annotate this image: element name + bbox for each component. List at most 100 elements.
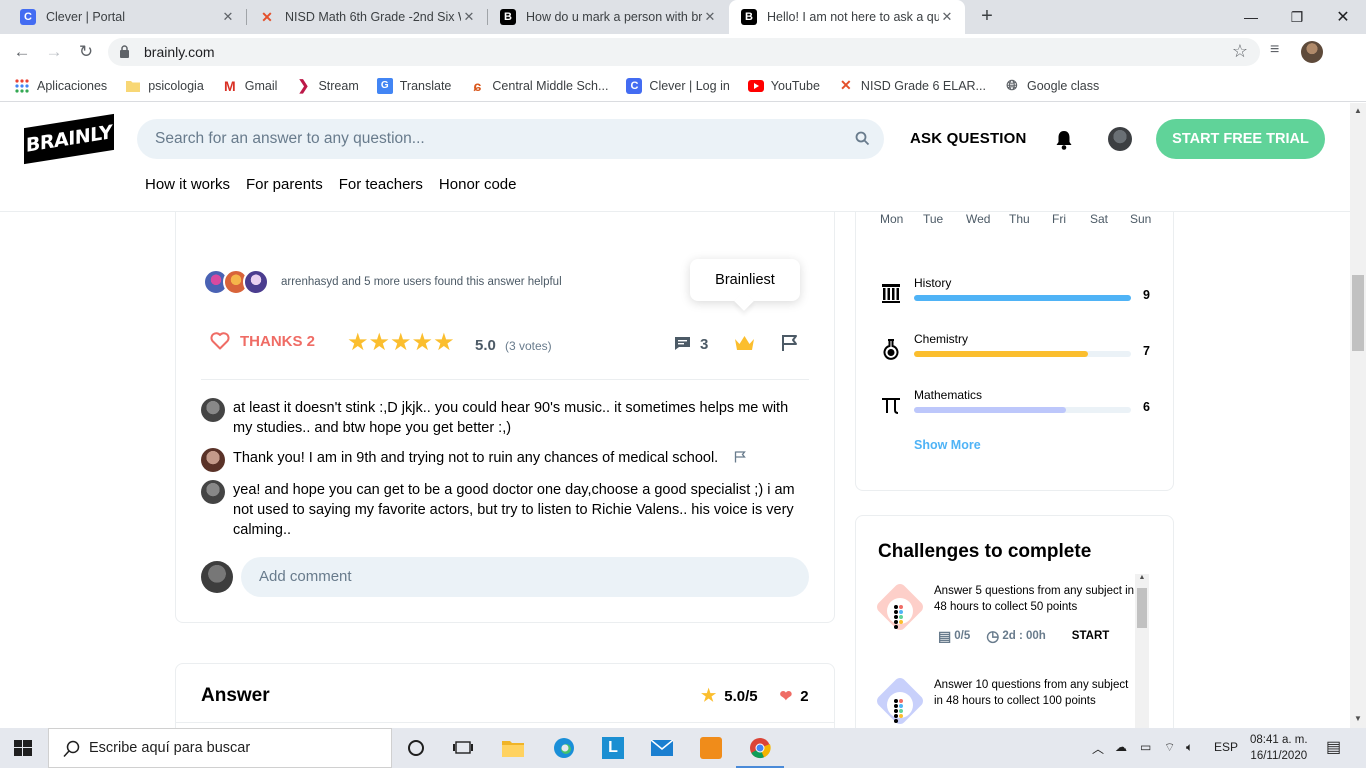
onedrive-icon[interactable]: ☁	[1115, 740, 1127, 754]
bookmark-youtube[interactable]: YouTube	[747, 78, 820, 94]
cortana-icon[interactable]	[404, 736, 428, 760]
new-tab-button[interactable]: +	[976, 5, 998, 27]
notifications-icon[interactable]: ▤	[1326, 737, 1341, 757]
search-placeholder: Search for an answer to any question...	[155, 130, 425, 147]
star-icon[interactable]: ★	[412, 331, 434, 355]
scroll-up-icon[interactable]: ▲	[1135, 574, 1149, 581]
subject-count: 6	[1143, 400, 1150, 414]
system-clock[interactable]: 08:41 a. m. 16/11/2020	[1250, 732, 1308, 764]
bookmark-gmail[interactable]: M Gmail	[222, 78, 278, 94]
bookmark-stream[interactable]: ❯ Stream	[295, 77, 359, 94]
scroll-thumb[interactable]	[1137, 588, 1147, 628]
bookmark-clever-login[interactable]: C Clever | Log in	[626, 77, 730, 94]
edge-icon[interactable]	[552, 736, 576, 760]
search-icon	[63, 740, 80, 758]
flag-icon[interactable]	[781, 334, 798, 352]
nav-honor-code[interactable]: Honor code	[439, 176, 517, 193]
ask-question-button[interactable]: ASK QUESTION	[910, 130, 1027, 147]
windows-start-icon[interactable]	[14, 740, 32, 756]
crown-icon[interactable]	[734, 335, 755, 352]
avatar[interactable]	[201, 398, 225, 422]
scroll-down-icon[interactable]: ▼	[1350, 714, 1366, 723]
clock-date: 16/11/2020	[1250, 750, 1308, 762]
bookmark-central-middle[interactable]: ɕ Central Middle Sch...	[469, 78, 608, 94]
nav-how-it-works[interactable]: How it works	[145, 176, 230, 193]
avatar[interactable]	[243, 269, 269, 295]
search-icon[interactable]	[855, 131, 870, 146]
nav-for-teachers[interactable]: For teachers	[339, 176, 423, 193]
wifi-icon[interactable]: ⌔	[1164, 740, 1175, 755]
page-scrollbar[interactable]: ▲ ▼	[1350, 103, 1366, 728]
star-icon[interactable]: ★	[347, 331, 369, 355]
tab-nisd-math[interactable]: ✕ NISD Math 6th Grade -2nd Six W ✕	[247, 0, 487, 34]
tray-chevron-icon[interactable]: ︿	[1092, 740, 1104, 757]
forward-icon[interactable]: →	[42, 40, 66, 64]
close-window-button[interactable]: ✕	[1320, 0, 1366, 34]
start-free-trial-button[interactable]: START FREE TRIAL	[1156, 119, 1325, 159]
subject-progress-fill	[914, 351, 1088, 357]
close-tab-icon[interactable]: ✕	[461, 9, 477, 25]
bookmark-star-icon[interactable]: ☆	[1232, 41, 1248, 62]
bookmark-translate[interactable]: G Translate	[376, 77, 451, 94]
address-bar[interactable]: brainly.com ☆	[108, 38, 1260, 66]
star-icon[interactable]: ★	[369, 331, 391, 355]
scroll-up-icon[interactable]: ▲	[1350, 106, 1366, 115]
bookmark-psicologia[interactable]: psicologia	[125, 78, 204, 94]
scroll-thumb[interactable]	[1352, 275, 1364, 351]
site-header: BRAINLY Search for an answer to any ques…	[0, 103, 1350, 212]
stream-icon: ❯	[297, 77, 310, 93]
bell-icon[interactable]	[1055, 129, 1073, 151]
tab-brainly-question[interactable]: B How do u mark a person with bra ✕	[488, 0, 728, 34]
taskbar-search-input[interactable]: Escribe aquí para buscar	[48, 728, 392, 768]
volume-icon[interactable]: 🔈︎	[1186, 740, 1193, 755]
thanks-button[interactable]: THANKS 2	[210, 332, 315, 350]
tab-clever-portal[interactable]: C Clever | Portal ✕	[8, 0, 246, 34]
column-icon	[882, 284, 900, 303]
subject-history: History 9	[880, 276, 1160, 316]
challenges-scrollbar[interactable]: ▲	[1135, 574, 1149, 728]
report-flag-icon[interactable]	[734, 451, 747, 463]
show-more-link[interactable]: Show More	[914, 438, 981, 452]
bookmark-apps[interactable]: Aplicaciones	[14, 78, 107, 94]
file-explorer-icon[interactable]	[501, 736, 525, 760]
nav-for-parents[interactable]: For parents	[246, 176, 323, 193]
brainliest-tooltip: Brainliest	[690, 259, 800, 301]
profile-avatar[interactable]	[1301, 41, 1323, 63]
close-tab-icon[interactable]: ✕	[939, 9, 955, 25]
l-app-icon: L	[602, 737, 624, 759]
rating-stars[interactable]: ★ ★ ★ ★ ★	[347, 331, 455, 355]
subject-name: History	[914, 276, 952, 290]
reload-icon[interactable]: ↻	[74, 40, 98, 64]
comment-icon[interactable]	[674, 336, 691, 351]
close-tab-icon[interactable]: ✕	[220, 9, 236, 25]
star-icon[interactable]: ★	[433, 331, 455, 355]
comment-text-row: Thank you! I am in 9th and trying not to…	[233, 448, 811, 468]
tab-brainly-active[interactable]: B Hello! I am not here to ask a que ✕	[729, 0, 965, 34]
day-label: Fri	[1052, 212, 1066, 226]
media-control-icon[interactable]: ≡	[1270, 41, 1279, 59]
day-label: Mon	[880, 212, 904, 226]
comment-count: 3	[700, 336, 709, 353]
add-comment-placeholder: Add comment	[259, 568, 352, 585]
task-view-icon[interactable]	[451, 736, 475, 760]
add-comment-input[interactable]: Add comment	[241, 557, 809, 597]
brainly-logo[interactable]: BRAINLY	[24, 113, 114, 165]
language-indicator[interactable]: ESP	[1214, 740, 1238, 754]
battery-icon[interactable]: ▭	[1140, 740, 1151, 754]
user-avatar[interactable]	[1108, 127, 1132, 151]
close-tab-icon[interactable]: ✕	[702, 9, 718, 25]
challenge-start-button[interactable]: START	[1072, 630, 1109, 642]
app-icon-orange[interactable]	[699, 736, 723, 760]
mail-icon[interactable]	[650, 736, 674, 760]
bookmark-nisd-elar[interactable]: ✕ NISD Grade 6 ELAR...	[838, 77, 986, 94]
avatar[interactable]	[201, 480, 225, 504]
minimize-button[interactable]: —	[1228, 0, 1274, 34]
search-input[interactable]: Search for an answer to any question...	[137, 119, 884, 159]
avatar[interactable]	[201, 448, 225, 472]
back-icon[interactable]: ←	[10, 40, 34, 64]
restore-button[interactable]: ❐	[1274, 0, 1320, 34]
launcher-l-icon[interactable]: L	[601, 736, 625, 760]
bookmark-google-class[interactable]: 🌐︎ Google class	[1004, 77, 1099, 94]
chrome-icon[interactable]	[736, 736, 784, 768]
star-icon[interactable]: ★	[390, 331, 412, 355]
